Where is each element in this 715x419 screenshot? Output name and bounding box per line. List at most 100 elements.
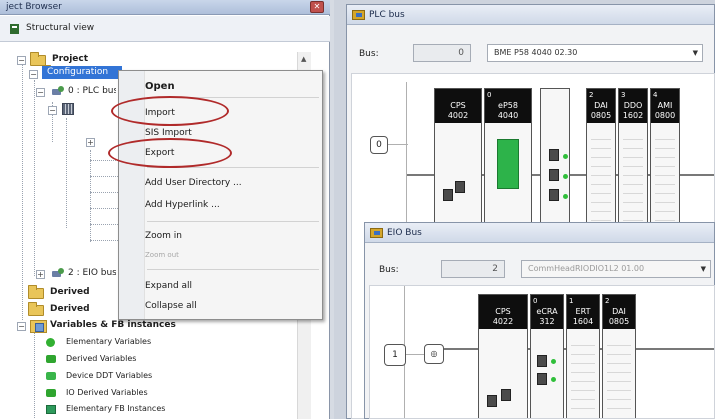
tree-item-configuration[interactable]: Configuration (47, 67, 108, 77)
io-channel-grid (591, 131, 611, 221)
network-icon (52, 86, 65, 97)
module-header: 2 DAI 0805 (587, 89, 615, 123)
eio-module-cps[interactable]: CPS 4022 (478, 294, 528, 418)
ethernet-port (549, 169, 559, 181)
plc-bus-label: Bus: (359, 49, 379, 59)
menu-item-zoom-out: Zoom out (145, 251, 179, 259)
tree-item-device-ddt-variables[interactable]: Device DDT Variables (66, 371, 152, 380)
derived-folder-icon (28, 285, 44, 299)
scroll-up-icon[interactable]: ▲ (301, 55, 306, 63)
plc-bus-model-select[interactable]: BME P58 4040 02.30 ▼ (487, 44, 703, 62)
eio-module-ecra[interactable]: 0 eCRA 312 (530, 294, 564, 418)
tree-item-elementary-variables[interactable]: Elementary Variables (66, 337, 151, 346)
module-header: CPS 4022 (479, 295, 527, 329)
variables-folder-icon (30, 320, 47, 333)
plc-module-cps[interactable]: CPS 4002 (434, 88, 482, 228)
eio-bus-window-icon (370, 228, 383, 238)
connector-port (487, 395, 497, 407)
eio-drop-connector: ◎ (424, 344, 444, 364)
menu-separator (147, 269, 319, 270)
chevron-down-icon[interactable]: ▼ (693, 45, 698, 61)
tree-item-derived-1[interactable]: Derived (50, 287, 118, 297)
io-channel-grid (655, 131, 675, 221)
menu-item-add-user-directory[interactable]: Add User Directory ... (145, 178, 242, 188)
plc-module-ethernet[interactable] (540, 88, 570, 228)
status-led (563, 174, 568, 179)
eio-module-dai[interactable]: 2 DAI 0805 (602, 294, 636, 418)
collapse-rack-toggle[interactable]: − (48, 106, 57, 115)
collapse-plc-bus-toggle[interactable]: − (36, 88, 45, 97)
close-icon[interactable]: ✕ (310, 1, 324, 13)
plc-rack-number-box[interactable]: 0 (370, 136, 388, 154)
menu-item-expand-all[interactable]: Expand all (145, 281, 192, 291)
rack-icon (62, 103, 74, 115)
eio-bus-model-value: CommHeadRIODIO1L2 01.00 (528, 264, 645, 273)
plc-bus-window-icon (352, 10, 365, 20)
menu-item-collapse-all[interactable]: Collapse all (145, 301, 197, 311)
plc-module-ami[interactable]: 4 AMI 0800 (650, 88, 680, 228)
collapse-configuration-toggle[interactable]: − (29, 70, 38, 79)
tree-line (90, 150, 91, 242)
derived-folder-icon (28, 302, 44, 316)
menu-item-sis-import[interactable]: SIS Import (145, 128, 192, 138)
expand-eio-bus-toggle[interactable]: + (36, 270, 45, 279)
eio-bus-title-text: EIO Bus (387, 228, 422, 238)
tree-item-eio-bus[interactable]: 2 : EIO bus (68, 268, 116, 278)
tree-item-variables[interactable]: Variables & FB instances (50, 320, 176, 330)
plc-bus-number-field[interactable]: 0 (413, 44, 471, 62)
plc-bus-title-text: PLC bus (369, 10, 405, 20)
module-header: 3 DDO 1602 (619, 89, 647, 123)
eio-bus-window: EIO Bus Bus: 2 CommHeadRIODIO1L2 01.00 ▼… (364, 222, 715, 419)
plc-module-ep58[interactable]: 0 eP58 4040 (484, 88, 532, 228)
rack-connector-line (406, 354, 426, 355)
plc-module-dai[interactable]: 2 DAI 0805 (586, 88, 616, 228)
rack-connector-line (388, 144, 408, 145)
menu-item-zoom-in[interactable]: Zoom in (145, 231, 182, 241)
derived-variables-icon (46, 355, 56, 363)
tree-line (90, 160, 118, 161)
chevron-down-icon: ▼ (700, 265, 706, 273)
eio-bus-number-field[interactable]: 2 (441, 260, 505, 278)
project-browser-title-text: ject Browser (6, 2, 62, 12)
eio-rack-number-box[interactable]: 1 (384, 344, 406, 366)
tree-item-io-derived-variables[interactable]: IO Derived Variables (66, 388, 148, 397)
structural-view-label: Structural view (26, 23, 95, 33)
io-derived-variables-icon (46, 389, 56, 397)
eio-module-ert[interactable]: 1 ERT 1604 (566, 294, 600, 418)
tree-item-elementary-fb-instances[interactable]: Elementary FB Instances (66, 404, 165, 413)
tree-line (90, 240, 118, 241)
network-icon (52, 268, 65, 279)
module-header: 0 eP58 4040 (485, 89, 531, 123)
plc-bus-model-value: BME P58 4040 02.30 (494, 48, 578, 57)
module-header: 4 AMI 0800 (651, 89, 679, 123)
plc-bus-window-title: PLC bus (347, 5, 714, 25)
ethernet-port (537, 355, 547, 367)
tree-item-derived-2[interactable]: Derived (50, 304, 118, 314)
expand-module-toggle[interactable]: + (86, 138, 95, 147)
tree-line (90, 224, 118, 225)
ethernet-port (537, 373, 547, 385)
fb-instances-icon (46, 405, 56, 414)
menu-separator (147, 221, 319, 222)
tree-item-plc-bus[interactable]: 0 : PLC bus (68, 86, 116, 96)
tree-line (66, 118, 67, 228)
bus-editor-area: PLC bus Bus: 0 BME P58 4040 02.30 ▼ 0 CP… (334, 0, 715, 419)
io-channel-grid (571, 337, 595, 413)
collapse-variables-toggle[interactable]: − (17, 322, 26, 331)
io-channel-grid (607, 337, 631, 413)
import-highlight-oval (111, 96, 229, 126)
structural-view-icon (10, 24, 19, 34)
connector-port (455, 181, 465, 193)
module-header: CPS 4002 (435, 89, 481, 123)
menu-item-add-hyperlink[interactable]: Add Hyperlink ... (145, 200, 220, 210)
plc-module-ddo[interactable]: 3 DDO 1602 (618, 88, 648, 228)
tree-item-derived-variables[interactable]: Derived Variables (66, 354, 136, 363)
module-header: 1 ERT 1604 (567, 295, 599, 329)
cpu-status-block (497, 139, 519, 189)
tree-item-project[interactable]: Project (52, 54, 88, 64)
rack-edge-line (406, 82, 407, 232)
collapse-project-toggle[interactable]: − (17, 56, 26, 65)
menu-item-open[interactable]: Open (145, 81, 175, 92)
structural-view-tab[interactable]: Structural view (0, 16, 330, 42)
tree-line (90, 208, 118, 209)
